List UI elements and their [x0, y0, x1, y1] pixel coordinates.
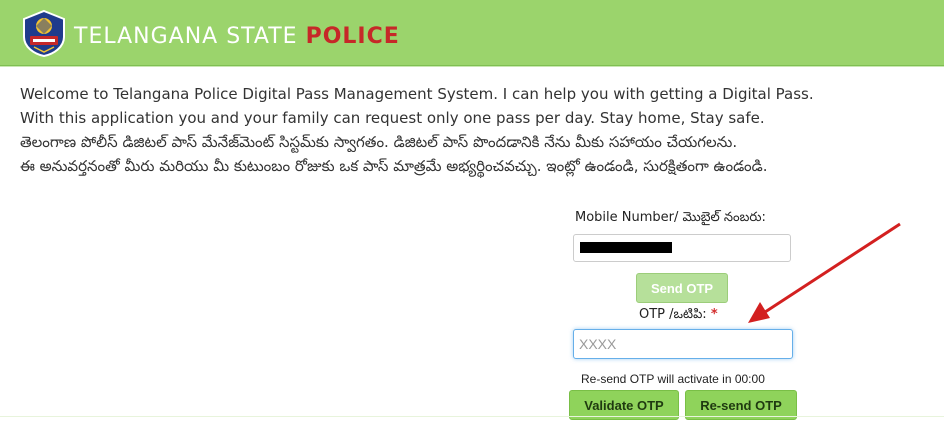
arrow-shaft — [761, 222, 901, 316]
telangana-police-badge-icon — [23, 9, 65, 57]
otp-input[interactable] — [573, 329, 793, 359]
intro-line-en-1: Welcome to Telangana Police Digital Pass… — [20, 85, 814, 103]
bottom-divider — [0, 416, 944, 417]
intro-text: Welcome to Telangana Police Digital Pass… — [20, 82, 930, 178]
site-header: TELANGANA STATE POLICE — [0, 0, 944, 66]
otp-label-text: OTP /ఒటిపి: — [639, 307, 711, 322]
redacted-mobile-number — [580, 242, 672, 253]
send-otp-button[interactable]: Send OTP — [636, 273, 728, 303]
intro-line-en-2: With this application you and your famil… — [20, 109, 765, 127]
title-main: TELANGANA STATE — [74, 24, 306, 49]
title-accent: POLICE — [305, 24, 400, 49]
otp-label: OTP /ఒటిపి: * — [639, 307, 718, 325]
required-asterisk: * — [710, 307, 718, 322]
mobile-number-label: Mobile Number/ మొబైల్ నంబరు: — [575, 210, 766, 225]
resend-countdown-text: Re-send OTP will activate in 00:00 — [581, 372, 765, 386]
red-arrow-annotation — [748, 222, 901, 323]
header-divider — [0, 66, 944, 67]
intro-line-te-2: ఈ అనువర్తనంతో మీరు మరియు మీ కుటుంబం రోజు… — [20, 157, 768, 175]
intro-line-te-1: తెలంగాణ పోలీస్ డిజిటల్ పాస్ మేనేజ్‌మెంట్… — [20, 133, 738, 151]
page-title: TELANGANA STATE POLICE — [74, 24, 400, 49]
